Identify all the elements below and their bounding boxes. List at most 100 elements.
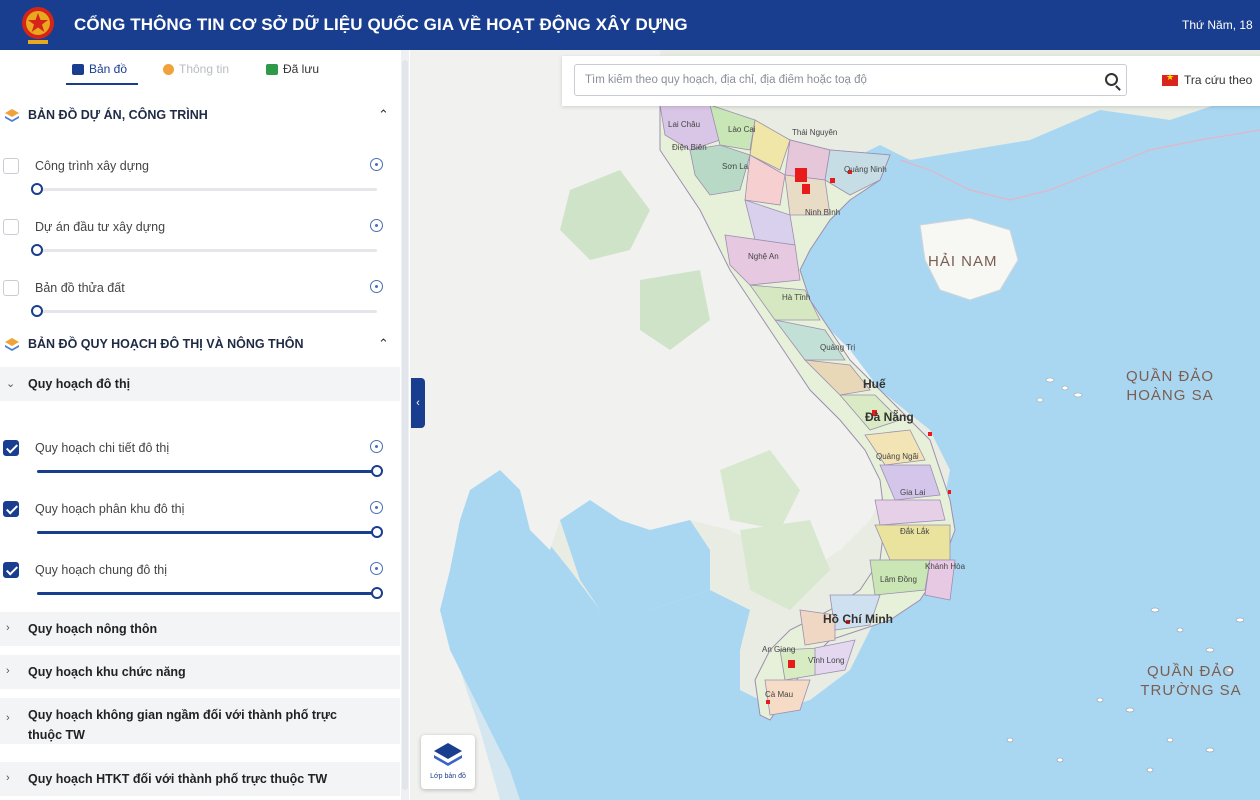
layer-sidebar: Bản đồ Thông tin Đã lưu BẢN ĐỒ DỰ ÁN, CÔ… <box>0 50 405 800</box>
layer-label: Quy hoạch chung đô thị <box>35 563 168 577</box>
city-hue: Huế <box>863 377 886 391</box>
tab-info[interactable]: Thông tin <box>163 62 229 76</box>
section-projects-header[interactable]: BẢN ĐỒ DỰ ÁN, CÔNG TRÌNH ⌃ <box>0 100 400 130</box>
section-planning-title: BẢN ĐỒ QUY HOẠCH ĐÔ THỊ VÀ NÔNG THÔN <box>28 337 304 351</box>
active-tab-indicator <box>66 83 138 85</box>
province-label: Ninh Bình <box>805 208 841 217</box>
settings-icon[interactable] <box>370 280 383 293</box>
layer-label: Quy hoạch phân khu đô thị <box>35 502 185 516</box>
opacity-slider[interactable] <box>31 183 377 195</box>
search-icon[interactable] <box>1105 73 1118 86</box>
group-underground[interactable]: › Quy hoạch không gian ngầm đối với thàn… <box>0 698 400 744</box>
opacity-slider[interactable] <box>31 305 377 317</box>
chevron-down-icon: ⌄ <box>6 378 16 390</box>
layer-label: Quy hoạch chi tiết đô thị <box>35 441 170 455</box>
map-layers-button[interactable]: Lớp bản đồ <box>421 735 475 789</box>
map-icon <box>72 63 84 75</box>
settings-icon[interactable] <box>370 562 383 575</box>
province-label: Nghệ An <box>748 252 779 261</box>
group-rural-planning[interactable]: › Quy hoạch nông thôn <box>0 612 400 646</box>
slider-handle[interactable] <box>371 587 383 599</box>
group-title: Quy hoạch HTKT đối với thành phố trực th… <box>28 772 328 786</box>
settings-icon[interactable] <box>370 501 383 514</box>
collapse-sidebar-button[interactable]: ‹ <box>411 378 425 428</box>
tab-map-label: Bản đồ <box>89 62 128 76</box>
province-label: Hà Tĩnh <box>782 293 811 302</box>
slider-handle[interactable] <box>31 244 43 256</box>
label-spratly: QUẦN ĐẢO TRƯỜNG SA <box>1140 663 1242 699</box>
province-label: Đắk Lắk <box>900 527 930 536</box>
opacity-slider[interactable] <box>37 587 383 599</box>
label-paracel: QUẦN ĐẢO HOÀNG SA <box>1125 368 1214 404</box>
settings-icon[interactable] <box>370 440 383 453</box>
chevron-up-icon[interactable]: ⌃ <box>378 107 389 123</box>
sidebar-tabs: Bản đồ Thông tin Đã lưu <box>0 50 400 90</box>
national-emblem-icon[interactable] <box>18 4 58 46</box>
investment-checkbox[interactable] <box>3 219 19 235</box>
chevron-right-icon: › <box>6 712 10 724</box>
info-tab-icon <box>163 63 174 75</box>
zoning-checkbox[interactable] <box>3 501 19 517</box>
slider-handle[interactable] <box>31 183 43 195</box>
search-box <box>574 64 1127 96</box>
slider-fill <box>37 592 377 595</box>
slider-handle[interactable] <box>31 305 43 317</box>
group-urban-planning[interactable]: ⌄ Quy hoạch đô thị <box>0 367 400 401</box>
opacity-slider[interactable] <box>37 465 383 477</box>
top-header: CỔNG THÔNG TIN CƠ SỞ DỮ LIỆU QUỐC GIA VỀ… <box>0 0 1260 50</box>
layer-row-zoning: Quy hoạch phân khu đô thị <box>0 495 400 550</box>
current-date: Thứ Năm, 18 <box>1182 18 1253 32</box>
province-label: Cà Mau <box>765 690 794 699</box>
province-label: Vĩnh Long <box>808 656 845 665</box>
section-planning-header[interactable]: BẢN ĐỒ QUY HOẠCH ĐÔ THỊ VÀ NÔNG THÔN ⌃ <box>0 329 400 359</box>
land-parcel-checkbox[interactable] <box>3 280 19 296</box>
tab-map[interactable]: Bản đồ <box>72 62 127 76</box>
tab-saved[interactable]: Đã lưu <box>266 62 319 76</box>
portal-title: CỔNG THÔNG TIN CƠ SỞ DỮ LIỆU QUỐC GIA VỀ… <box>74 15 688 34</box>
construction-checkbox[interactable] <box>3 158 19 174</box>
province-label: Điện Biên <box>672 143 707 152</box>
group-title: Quy hoạch đô thị <box>28 377 131 391</box>
scrollbar-thumb[interactable] <box>402 60 408 790</box>
layers-icon <box>5 338 19 351</box>
layer-row-construction: Công trình xây dựng <box>0 152 400 207</box>
stacked-layers-icon <box>434 743 462 766</box>
slider-handle[interactable] <box>371 526 383 538</box>
slider-handle[interactable] <box>371 465 383 477</box>
chevron-up-icon[interactable]: ⌃ <box>378 336 389 352</box>
group-functional-zone[interactable]: › Quy hoạch khu chức năng <box>0 655 400 689</box>
opacity-slider[interactable] <box>31 244 377 256</box>
chevron-left-icon: ‹ <box>416 397 420 409</box>
province-label: Lào Cai <box>728 125 756 134</box>
lookup-button[interactable]: Tra cứu theo <box>1162 72 1253 87</box>
sidebar-scrollbar[interactable] <box>401 50 409 800</box>
group-title: Quy hoạch khu chức năng <box>28 665 186 679</box>
detailed-checkbox[interactable] <box>3 440 19 456</box>
slider-fill <box>37 531 377 534</box>
general-checkbox[interactable] <box>3 562 19 578</box>
layer-label: Dự án đầu tư xây dựng <box>35 220 166 234</box>
search-input[interactable] <box>575 65 1085 95</box>
settings-icon[interactable] <box>370 158 383 171</box>
province-label: Quảng Ninh <box>844 165 887 174</box>
opacity-slider[interactable] <box>37 526 383 538</box>
layer-row-detailed: Quy hoạch chi tiết đô thị <box>0 434 400 489</box>
map-layers-label: Lớp bản đồ <box>430 773 466 780</box>
province-label: Lâm Đồng <box>880 575 917 584</box>
settings-icon[interactable] <box>370 219 383 232</box>
group-title: Quy hoạch không gian ngầm đối với thành … <box>28 708 337 742</box>
map-canvas[interactable]: HẢI NAM QUẦN ĐẢO HOÀNG SA QUẦN ĐẢO TRƯỜN… <box>410 50 1260 800</box>
tab-info-label: Thông tin <box>179 62 230 76</box>
lookup-label: Tra cứu theo <box>1184 73 1253 87</box>
province-label: Lai Châu <box>668 120 701 129</box>
group-infrastructure[interactable]: › Quy hoạch HTKT đối với thành phố trực … <box>0 762 400 796</box>
province-label: Gia Lai <box>900 488 926 497</box>
vietnam-flag-icon <box>1162 72 1178 86</box>
chevron-right-icon: › <box>6 622 10 634</box>
city-hcm: Hồ Chí Minh <box>823 612 893 626</box>
search-panel: Tra cứu theo <box>562 56 1260 106</box>
province-label: Quảng Ngãi <box>876 452 919 461</box>
layer-row-investment: Dự án đầu tư xây dựng <box>0 213 400 268</box>
province-label: Quảng Trị <box>820 343 856 352</box>
layer-label: Bản đồ thửa đất <box>35 281 125 295</box>
